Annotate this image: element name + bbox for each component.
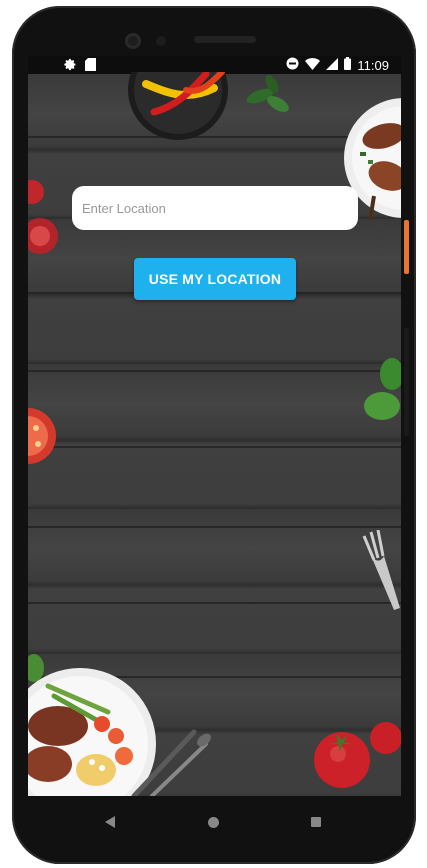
power-button: [404, 220, 409, 274]
status-time: 11:09: [357, 57, 389, 73]
cutlery-image: [131, 729, 211, 796]
tomatoes-bottom-right-image: [314, 722, 401, 788]
navigation-bar: [12, 796, 416, 854]
battery-icon: [344, 57, 352, 73]
settings-gear-icon: [64, 58, 77, 74]
fork-image: [362, 530, 400, 610]
recents-icon[interactable]: [311, 817, 321, 827]
wood-plank-line: [28, 602, 401, 604]
front-camera-icon: [125, 33, 141, 49]
basil-leaves-image: [246, 74, 289, 112]
wifi-icon: [305, 57, 321, 73]
signal-icon: [326, 57, 339, 73]
wood-plank-line: [28, 526, 401, 528]
back-icon[interactable]: [105, 816, 115, 828]
status-right-icons: 11:09: [286, 57, 389, 73]
sd-card-icon: [85, 58, 96, 74]
use-my-location-button[interactable]: USE MY LOCATION: [134, 258, 296, 300]
volume-button: [404, 328, 409, 436]
tomato-left-top-image: [28, 180, 58, 254]
wood-plank-line: [28, 370, 401, 372]
status-left-icons: [64, 58, 96, 74]
basil-right-image: [364, 358, 401, 420]
tomato-slice-left-image: [28, 408, 56, 464]
earpiece: [194, 36, 256, 43]
wood-plank-line: [28, 446, 401, 448]
pepper-bowl-image: [128, 72, 228, 140]
sensor-icon: [156, 36, 166, 46]
location-input[interactable]: [72, 186, 358, 230]
app-screen: 11:09 Enter Location USE MY LOCATION: [28, 56, 401, 796]
do-not-disturb-icon: [286, 57, 299, 73]
home-icon[interactable]: [208, 817, 219, 828]
wood-background: USE MY LOCATION: [28, 72, 401, 796]
